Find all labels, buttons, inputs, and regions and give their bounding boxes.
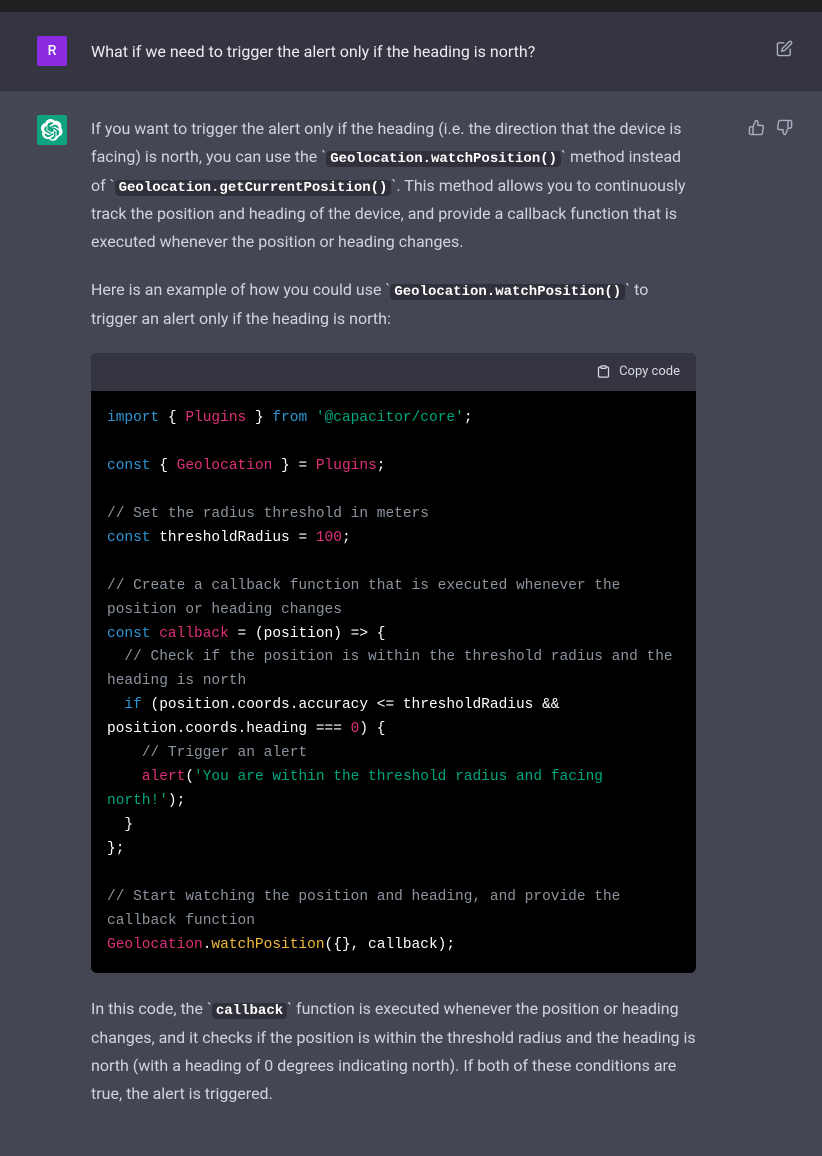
tok: watchPosition: [211, 937, 324, 953]
tok: Plugins: [185, 410, 246, 426]
text-span: Here is an example of how you could use: [91, 280, 385, 299]
user-avatar: R: [37, 36, 67, 66]
inline-code: callback: [212, 1003, 287, 1019]
inline-code: Geolocation.getCurrentPosition(): [115, 180, 392, 196]
tok: // Check if the position is within the t…: [107, 649, 681, 689]
code-body: import { Plugins } from '@capacitor/core…: [91, 391, 696, 973]
tok: thresholdRadius =: [159, 530, 316, 546]
tok: if: [124, 697, 141, 713]
code-block: Copy code import { Plugins } from '@capa…: [91, 353, 696, 974]
tok: (position.coords.accuracy <= thresholdRa…: [107, 697, 568, 737]
inline-code: Geolocation.watchPosition(): [326, 151, 561, 167]
tok: import: [107, 410, 159, 426]
tok: const: [107, 530, 151, 546]
copy-code-button[interactable]: Copy code: [596, 361, 680, 384]
tok: callback: [159, 626, 229, 642]
tok: const: [107, 626, 151, 642]
tok: = (position) => {: [229, 626, 386, 642]
user-message-content: What if we need to trigger the alert onl…: [91, 36, 716, 66]
thumbs-down-icon: [776, 119, 793, 136]
tok: }: [107, 817, 133, 833]
user-message-row: R What if we need to trigger the alert o…: [0, 12, 822, 91]
assistant-paragraph-3: In this code, the `callback` function is…: [91, 995, 696, 1108]
clipboard-icon: [596, 364, 611, 379]
copy-code-label: Copy code: [619, 361, 680, 384]
code-block-header: Copy code: [91, 353, 696, 392]
tok: // Start watching the position and headi…: [107, 889, 629, 929]
assistant-message-actions: [740, 115, 794, 137]
tok: alert: [142, 769, 186, 785]
tok: );: [168, 793, 185, 809]
assistant-message-row: If you want to trigger the alert only if…: [0, 91, 822, 1156]
top-bar: [0, 0, 822, 12]
tok: ({}, callback);: [325, 937, 456, 953]
tok: (: [185, 769, 194, 785]
text-span: In this code, the: [91, 999, 207, 1018]
assistant-avatar: [37, 115, 67, 145]
tok: Plugins: [316, 458, 377, 474]
tok: Geolocation: [107, 937, 203, 953]
assistant-message-content: If you want to trigger the alert only if…: [91, 115, 716, 1128]
thumbs-up-icon: [748, 119, 765, 136]
user-message-actions: [740, 36, 794, 58]
thumbs-down-button[interactable]: [774, 117, 794, 137]
tok: ) {: [359, 721, 385, 737]
thumbs-up-button[interactable]: [746, 117, 766, 137]
tok: 100: [316, 530, 342, 546]
tok: // Set the radius threshold in meters: [107, 506, 429, 522]
openai-icon: [41, 119, 63, 141]
assistant-paragraph-1: If you want to trigger the alert only if…: [91, 115, 696, 256]
tok: '@capacitor/core': [316, 410, 464, 426]
user-avatar-letter: R: [48, 39, 57, 64]
edit-icon: [776, 40, 793, 57]
tok: Geolocation: [177, 458, 273, 474]
tok: from: [272, 410, 307, 426]
inline-code: Geolocation.watchPosition(): [390, 284, 625, 300]
assistant-paragraph-2: Here is an example of how you could use …: [91, 276, 696, 333]
tok: };: [107, 841, 124, 857]
tok: const: [107, 458, 151, 474]
user-message-text: What if we need to trigger the alert onl…: [91, 36, 696, 66]
edit-button[interactable]: [774, 38, 794, 58]
tok: // Trigger an alert: [107, 745, 307, 761]
tok: // Create a callback function that is ex…: [107, 578, 629, 618]
